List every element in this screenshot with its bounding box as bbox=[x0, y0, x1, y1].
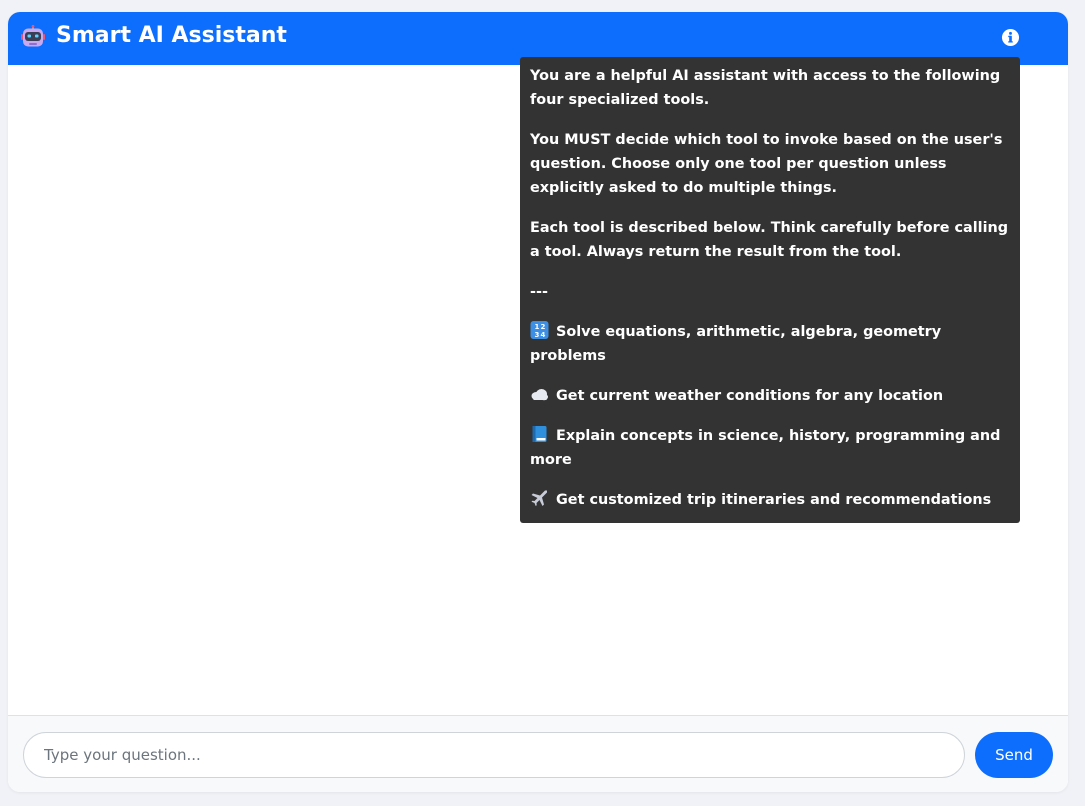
airplane-icon bbox=[531, 490, 547, 506]
tool-label: Get customized trip itineraries and reco… bbox=[556, 492, 992, 508]
app-title: Smart AI Assistant bbox=[56, 23, 287, 48]
info-tooltip: You are a helpful AI assistant with acce… bbox=[520, 57, 1020, 548]
robot-icon bbox=[21, 25, 45, 47]
info-circle-icon[interactable] bbox=[1001, 28, 1020, 47]
tool-item-explain: Explain concepts in science, history, pr… bbox=[530, 424, 1010, 472]
tool-item-travel: Get customized trip itineraries and reco… bbox=[530, 488, 1010, 512]
tooltip-separator: --- bbox=[530, 284, 548, 300]
svg-text:4: 4 bbox=[541, 331, 546, 339]
send-button[interactable]: Send bbox=[975, 732, 1053, 778]
tooltip-guidance: Each tool is described below. Think care… bbox=[530, 220, 1009, 260]
input-bar: Send bbox=[8, 715, 1068, 792]
svg-text:1: 1 bbox=[535, 323, 540, 331]
tooltip-rule: You MUST decide which tool to invoke bas… bbox=[530, 132, 1003, 196]
calculator-numbers-icon: 1 2 3 4 bbox=[530, 321, 549, 339]
tool-label: Explain concepts in science, history, pr… bbox=[530, 428, 1001, 468]
book-icon bbox=[532, 426, 547, 442]
tooltip-intro: You are a helpful AI assistant with acce… bbox=[530, 68, 1001, 108]
tool-item-math: 1 2 3 4 Solve equations, arithmetic, alg… bbox=[530, 320, 1010, 368]
question-input[interactable] bbox=[23, 732, 965, 778]
cloud-icon bbox=[531, 389, 548, 401]
svg-text:3: 3 bbox=[535, 331, 540, 339]
tooltip-note: Note: I can help Email send on provided … bbox=[530, 532, 909, 548]
svg-text:2: 2 bbox=[541, 323, 546, 331]
tool-label: Solve equations, arithmetic, algebra, ge… bbox=[530, 324, 942, 364]
tool-item-weather: Get current weather conditions for any l… bbox=[530, 384, 1010, 408]
tool-label: Get current weather conditions for any l… bbox=[556, 388, 944, 404]
